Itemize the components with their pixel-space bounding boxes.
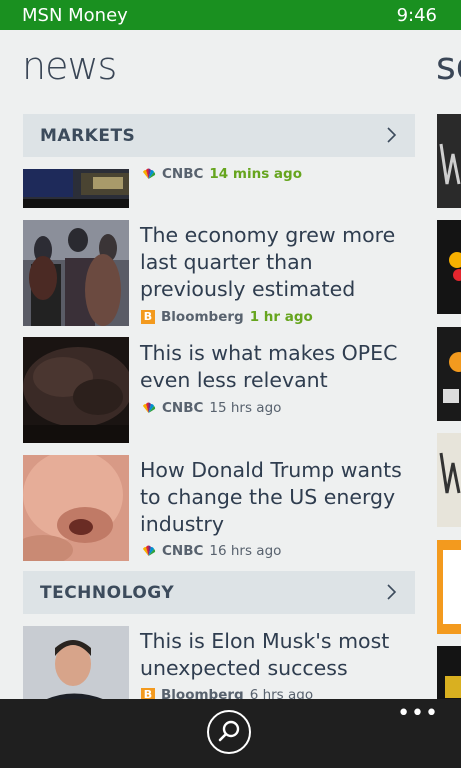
next-panel-tile[interactable] <box>437 114 461 208</box>
nbc-peacock-icon <box>143 545 156 556</box>
article-meta: CNBC 14 mins ago <box>141 166 302 182</box>
section-header-markets[interactable]: MARKETS <box>23 114 415 157</box>
article-photo <box>23 455 129 561</box>
news-panel[interactable]: news so MARKETS CNBC 14 mins ago <box>0 30 461 700</box>
article-source: Bloomberg <box>161 309 244 325</box>
tile-image <box>445 676 461 698</box>
article-headline[interactable]: This is what makes OPEC even less releva… <box>140 340 420 394</box>
next-panel-title[interactable]: so <box>436 44 461 88</box>
article-time: 1 hr ago <box>249 309 313 325</box>
article-thumbnail[interactable] <box>23 169 129 208</box>
article-photo <box>23 169 129 208</box>
tile-image <box>439 452 461 494</box>
chevron-right-icon <box>387 127 397 143</box>
article-thumbnail[interactable] <box>23 455 129 561</box>
article-time: 15 hrs ago <box>209 400 282 416</box>
status-bar: MSN Money 9:46 <box>0 0 461 30</box>
article-headline[interactable]: This is Elon Musk's most unexpected succ… <box>140 628 420 682</box>
article-meta: CNBC 15 hrs ago <box>141 400 281 416</box>
article-headline[interactable]: The economy grew more last quarter than … <box>140 222 420 303</box>
article-source: CNBC <box>162 166 204 182</box>
article-headline[interactable]: How Donald Trump wants to change the US … <box>140 457 420 538</box>
status-time: 9:46 <box>396 5 437 26</box>
search-button[interactable] <box>207 710 251 754</box>
page-title: news <box>22 44 117 88</box>
article-source: CNBC <box>162 400 204 416</box>
article-meta: B Bloomberg 1 hr ago <box>141 309 313 325</box>
next-panel-tile[interactable] <box>437 327 461 421</box>
article-photo <box>23 220 129 326</box>
nbc-peacock-icon <box>143 402 156 413</box>
article-time: 14 mins ago <box>209 166 302 182</box>
article-photo <box>23 626 129 700</box>
nbc-peacock-icon <box>143 168 156 179</box>
next-panel-tile[interactable] <box>437 646 461 700</box>
article-thumbnail[interactable] <box>23 220 129 326</box>
app-name: MSN Money <box>22 5 128 26</box>
tile-image <box>443 352 461 403</box>
tile-image <box>443 550 461 624</box>
article-thumbnail[interactable] <box>23 337 129 443</box>
bloomberg-b-icon: B <box>141 310 155 324</box>
tile-image <box>439 143 461 185</box>
more-icon[interactable]: ••• <box>397 701 439 726</box>
article-photo <box>23 337 129 443</box>
section-header-technology[interactable]: TECHNOLOGY <box>23 571 415 614</box>
article-meta: CNBC 16 hrs ago <box>141 543 281 559</box>
next-panel-tile[interactable] <box>437 433 461 527</box>
section-label: MARKETS <box>40 125 136 146</box>
article-source: CNBC <box>162 543 204 559</box>
tile-image <box>449 252 461 281</box>
article-thumbnail[interactable] <box>23 626 129 700</box>
chevron-right-icon <box>387 584 397 600</box>
section-label: TECHNOLOGY <box>40 582 175 603</box>
next-panel-tile[interactable] <box>437 540 461 634</box>
app-bar: ••• <box>0 699 461 768</box>
next-panel-tile[interactable] <box>437 220 461 314</box>
search-icon <box>218 720 240 742</box>
article-time: 16 hrs ago <box>209 543 282 559</box>
